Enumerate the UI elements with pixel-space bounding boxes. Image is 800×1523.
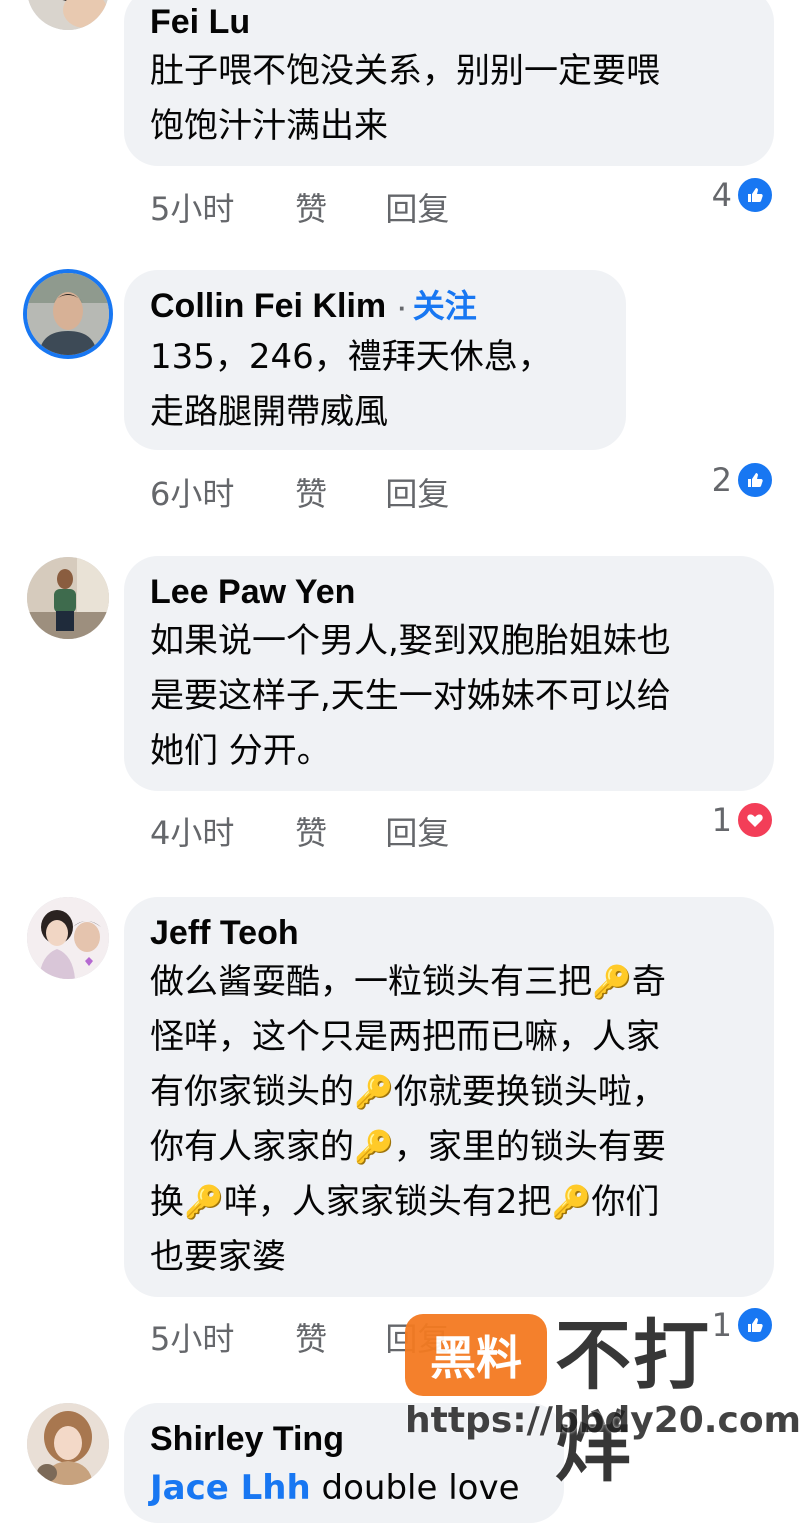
like-icon <box>736 1306 774 1344</box>
like-button[interactable]: 赞 <box>295 184 375 230</box>
author-name[interactable]: Lee Paw Yen <box>150 570 750 614</box>
like-button[interactable]: 赞 <box>295 1314 375 1360</box>
profile-photo <box>27 273 109 355</box>
comment-text: 肚子喂不饱没关系，别别一定要喂 饱饱汁汁满出来 <box>150 51 660 146</box>
reaction-count: 1 <box>711 801 732 839</box>
avatar[interactable] <box>27 273 109 355</box>
avatar[interactable] <box>27 557 109 639</box>
reaction-summary[interactable]: 4 <box>712 176 774 214</box>
reaction-count: 4 <box>711 176 732 214</box>
author-name[interactable]: Jeff Teoh <box>150 911 750 955</box>
profile-photo <box>27 557 109 639</box>
comment-text: Jace Lhh double love <box>150 1468 520 1508</box>
profile-photo <box>27 0 109 30</box>
comment-line: 换🔑咩，人家家锁头有2把🔑你们 <box>150 1182 660 1222</box>
comment-line: 也要家婆 <box>150 1237 286 1277</box>
separator-dot: · <box>398 293 407 323</box>
profile-photo <box>27 897 109 979</box>
comment-text: 如果说一个男人,娶到双胞胎姐妹也 是要这样子,天生一对姊妹不可以给 她们 分开。 <box>150 621 671 771</box>
comment-bubble: Fei Lu 肚子喂不饱没关系，别别一定要喂 饱饱汁汁满出来 <box>124 0 774 166</box>
comment-line: 有你家锁头的🔑你就要换锁头啦， <box>150 1072 666 1112</box>
author-name-row: Collin Fei Klim · 关注 <box>150 284 602 330</box>
key-icon: 🔑 <box>354 1128 394 1166</box>
comment-bubble: Jeff Teoh 做么酱耍酷，一粒锁头有三把🔑奇 怪咩，这个只是两把而已嘛，人… <box>124 897 774 1297</box>
key-icon: 🔑 <box>354 1073 394 1111</box>
comment-line: 做么酱耍酷，一粒锁头有三把🔑奇 <box>150 962 666 1002</box>
comment-line: 怪咩，这个只是两把而已嘛，人家 <box>150 1017 660 1057</box>
reply-button[interactable]: 回复 <box>385 469 449 515</box>
like-button[interactable]: 赞 <box>295 808 375 854</box>
like-icon <box>736 461 774 499</box>
reply-button[interactable]: 回复 <box>385 808 449 854</box>
comment-text: 135，246，禮拜天休息， 走路腿開帶威風 <box>150 337 552 432</box>
author-name[interactable]: Collin Fei Klim <box>150 287 386 325</box>
reply-button[interactable]: 回复 <box>385 184 449 230</box>
avatar[interactable] <box>27 897 109 979</box>
comment-actions: 4小时 赞 回复 <box>150 808 449 854</box>
love-icon <box>736 801 774 839</box>
timestamp[interactable]: 5小时 <box>150 184 285 230</box>
reaction-summary[interactable]: 1 <box>712 1306 774 1344</box>
reaction-summary[interactable]: 2 <box>712 461 774 499</box>
mention-link[interactable]: Jace Lhh <box>150 1468 311 1508</box>
comment-actions: 6小时 赞 回复 <box>150 469 449 515</box>
reply-button[interactable]: 回复 <box>385 1314 449 1360</box>
follow-button[interactable]: 关注 <box>413 288 477 324</box>
reaction-count: 1 <box>711 1306 732 1344</box>
avatar[interactable] <box>27 0 109 30</box>
comment-line: 你有人家家的🔑，家里的锁头有要 <box>150 1127 666 1167</box>
avatar[interactable] <box>27 1403 109 1485</box>
comment-bubble: Collin Fei Klim · 关注 135，246，禮拜天休息， 走路腿開帶威… <box>124 270 626 450</box>
like-icon <box>736 176 774 214</box>
like-button[interactable]: 赞 <box>295 469 375 515</box>
comment-bubble: Lee Paw Yen 如果说一个男人,娶到双胞胎姐妹也 是要这样子,天生一对姊… <box>124 556 774 791</box>
key-icon: 🔑 <box>184 1183 224 1221</box>
key-icon: 🔑 <box>592 963 632 1001</box>
comment-actions: 5小时 赞 回复 <box>150 184 449 230</box>
comment-text: 做么酱耍酷，一粒锁头有三把🔑奇 怪咩，这个只是两把而已嘛，人家 有你家锁头的🔑你… <box>150 955 750 1285</box>
timestamp[interactable]: 6小时 <box>150 469 285 515</box>
key-icon: 🔑 <box>551 1183 592 1221</box>
profile-photo <box>27 1403 109 1485</box>
timestamp[interactable]: 5小时 <box>150 1314 285 1360</box>
comment-actions: 5小时 赞 回复 <box>150 1314 449 1360</box>
watermark-url: https://bbdy20.com <box>405 1400 800 1441</box>
timestamp[interactable]: 4小时 <box>150 808 285 854</box>
reaction-summary[interactable]: 1 <box>712 801 774 839</box>
author-name[interactable]: Fei Lu <box>150 0 750 44</box>
reaction-count: 2 <box>711 461 732 499</box>
